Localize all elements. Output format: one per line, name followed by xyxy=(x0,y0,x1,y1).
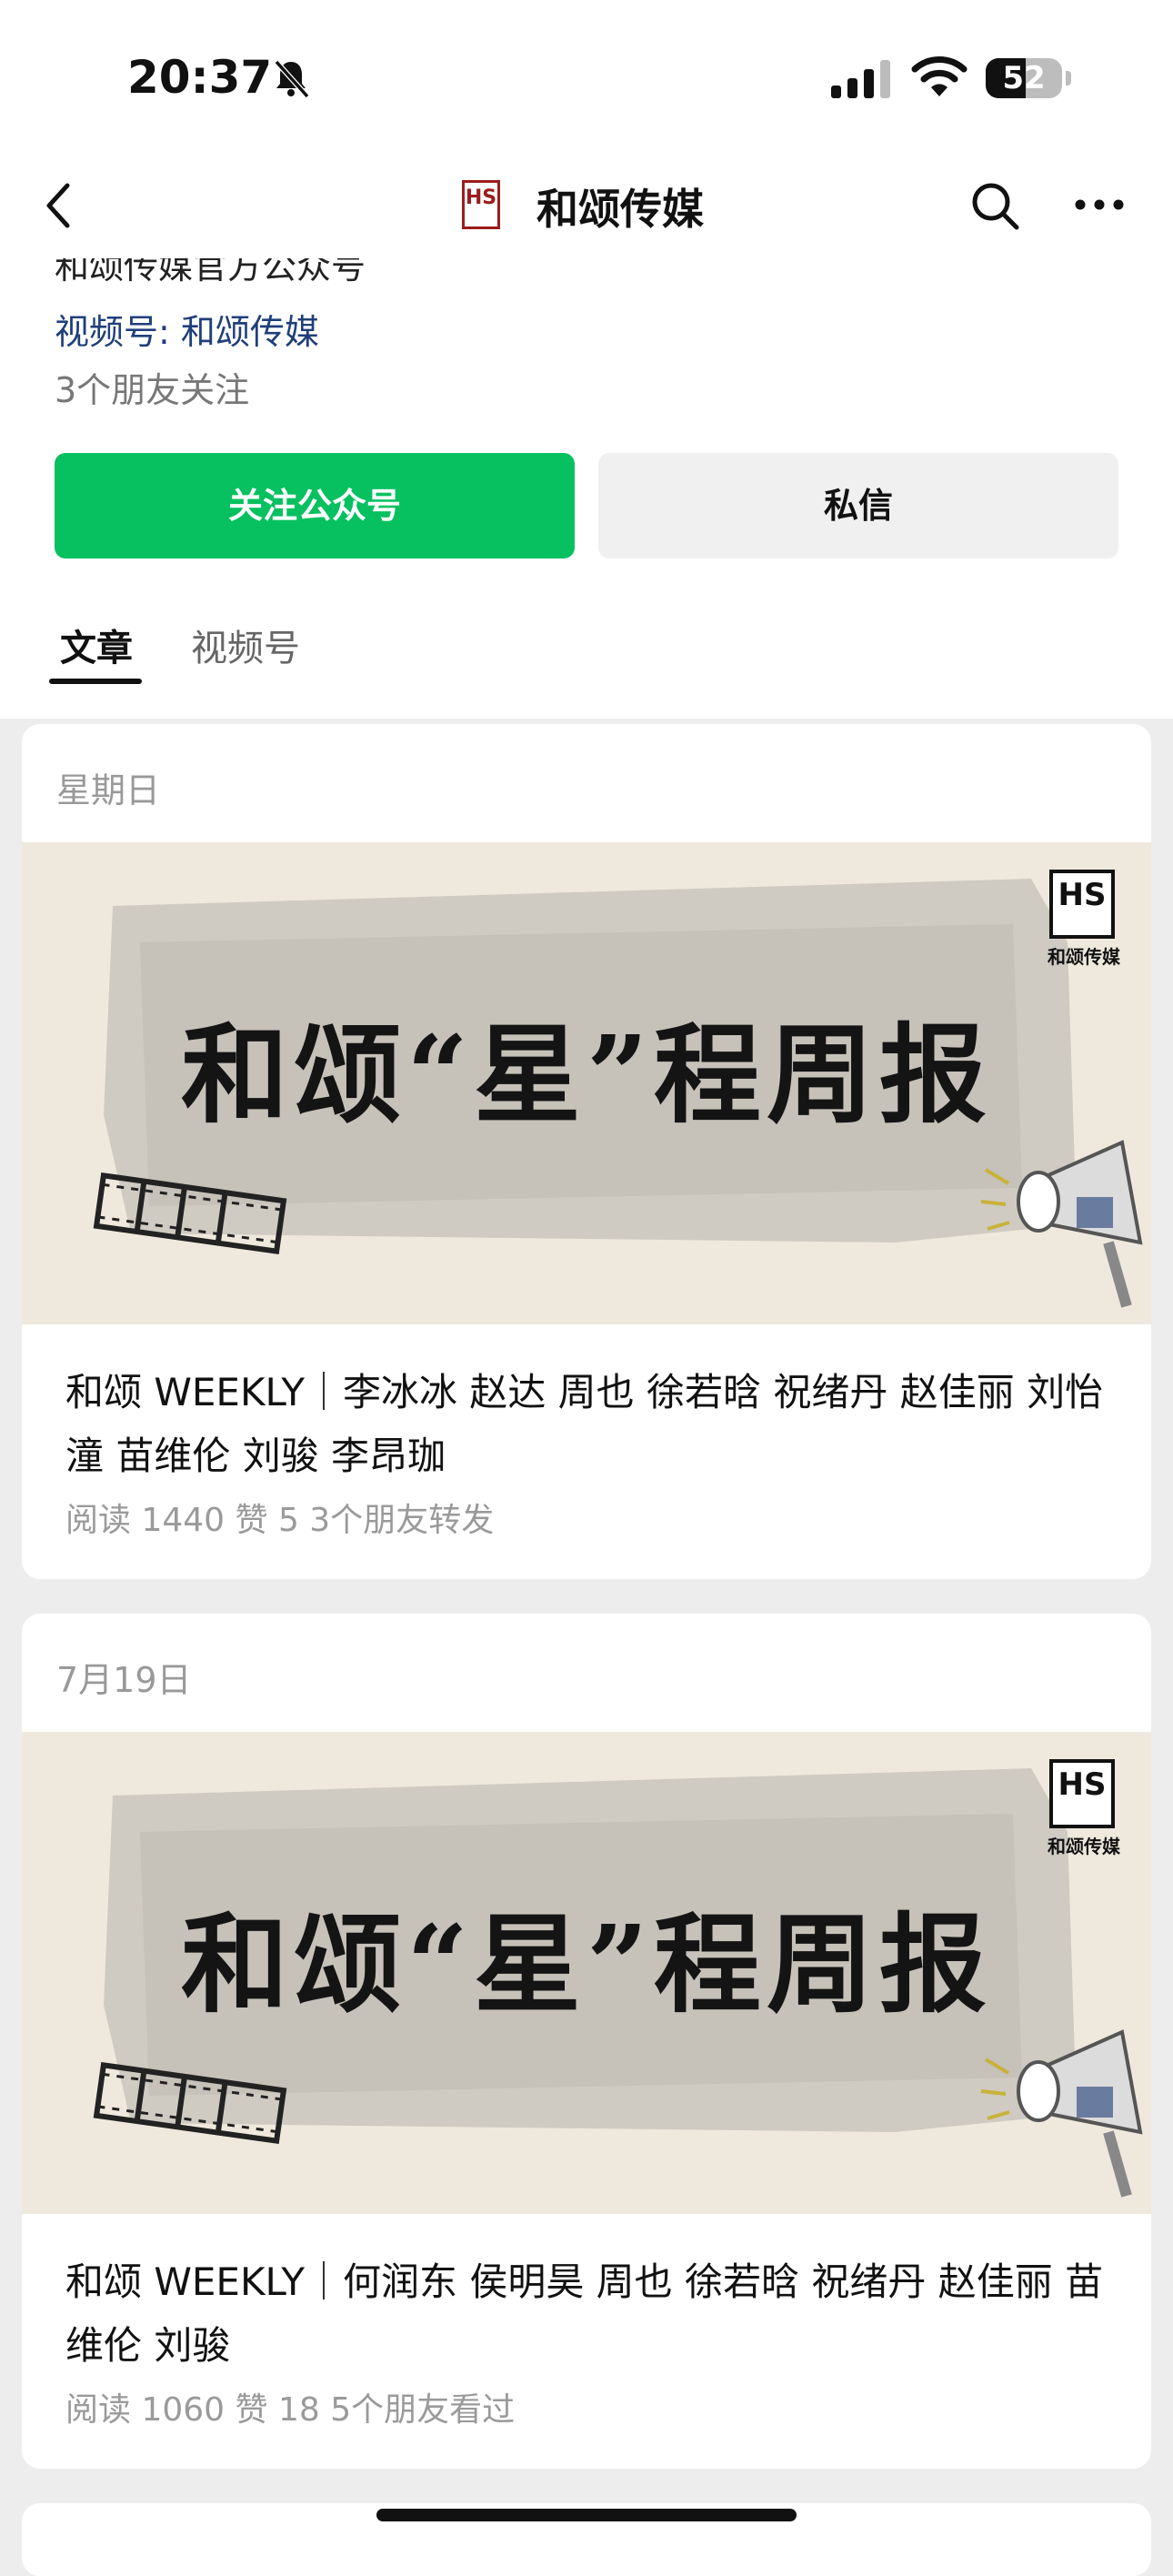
battery-icon: 52 xyxy=(986,58,1062,98)
back-icon[interactable] xyxy=(36,178,82,233)
status-time: 20:37 xyxy=(127,51,273,104)
video-channel-link[interactable]: 视频号: 和颂传媒 xyxy=(55,304,319,354)
article-cover-image[interactable]: 和颂“星”程周报 HS 和颂传媒 xyxy=(22,842,1151,1324)
home-indicator[interactable] xyxy=(376,2509,797,2521)
article-date: 星期日 xyxy=(56,770,161,810)
bell-muted-icon xyxy=(274,59,310,99)
nav-bar: HS 和颂传媒 xyxy=(0,155,1173,260)
article-title[interactable]: 和颂 WEEKLY｜何润东 侯明昊 周也 徐若晗 祝绪丹 赵佳丽 苗维伦 刘骏 xyxy=(65,2250,1111,2378)
cover-logo-name: 和颂传媒 xyxy=(1048,946,1120,968)
more-icon[interactable] xyxy=(1073,191,1126,218)
article-card[interactable]: 7月19日 和颂“星”程周报 HS 和颂传媒 和颂 WEEKLY｜何润东 侯明昊… xyxy=(22,1614,1151,2469)
article-stats: 阅读 1440 赞 5 3个朋友转发 xyxy=(65,1502,495,1539)
battery-cap xyxy=(1066,71,1071,86)
battery-level: 52 xyxy=(1002,60,1046,96)
tab-video-channel[interactable]: 视频号 xyxy=(191,619,300,671)
cover-logo-mark: HS xyxy=(1058,877,1107,913)
cover-logo: HS xyxy=(1049,1759,1115,1828)
cover-logo-mark: HS xyxy=(1058,1766,1107,1803)
message-button[interactable]: 私信 xyxy=(598,453,1118,558)
cover-headline: 和颂“星”程周报 xyxy=(181,1901,992,2028)
friends-following: 3个朋友关注 xyxy=(55,370,250,410)
signal-icon xyxy=(831,60,890,98)
account-logo: HS xyxy=(462,180,500,229)
account-intro: 和颂传媒官方公众号 xyxy=(55,258,366,291)
article-cover-image[interactable]: 和颂“星”程周报 HS 和颂传媒 xyxy=(22,1732,1151,2214)
article-stats: 阅读 1060 赞 18 5个朋友看过 xyxy=(65,2391,516,2429)
wifi-icon xyxy=(911,56,967,96)
account-intro-text: 和颂传媒官方公众号 xyxy=(55,258,366,287)
cover-logo-name: 和颂传媒 xyxy=(1048,1836,1120,1857)
cover-logo: HS xyxy=(1049,870,1115,939)
tab-articles[interactable]: 文章 xyxy=(60,619,133,671)
article-date: 7月19日 xyxy=(56,1660,192,1700)
account-name: 和颂传媒 xyxy=(536,185,704,234)
status-bar: 20:37 52 xyxy=(0,0,1173,155)
search-icon[interactable] xyxy=(969,180,1020,231)
account-logo-mark: HS xyxy=(465,186,497,209)
article-card[interactable]: 星期日 和颂“星”程周报 HS 和颂传媒 和颂 WEEKLY｜李冰冰 赵达 周也… xyxy=(22,724,1151,1579)
article-title[interactable]: 和颂 WEEKLY｜李冰冰 赵达 周也 徐若晗 祝绪丹 赵佳丽 刘怡潼 苗维伦 … xyxy=(65,1361,1111,1488)
cover-headline: 和颂“星”程周报 xyxy=(181,1011,992,1138)
follow-button[interactable]: 关注公众号 xyxy=(55,453,575,558)
active-tab-indicator xyxy=(49,679,142,684)
